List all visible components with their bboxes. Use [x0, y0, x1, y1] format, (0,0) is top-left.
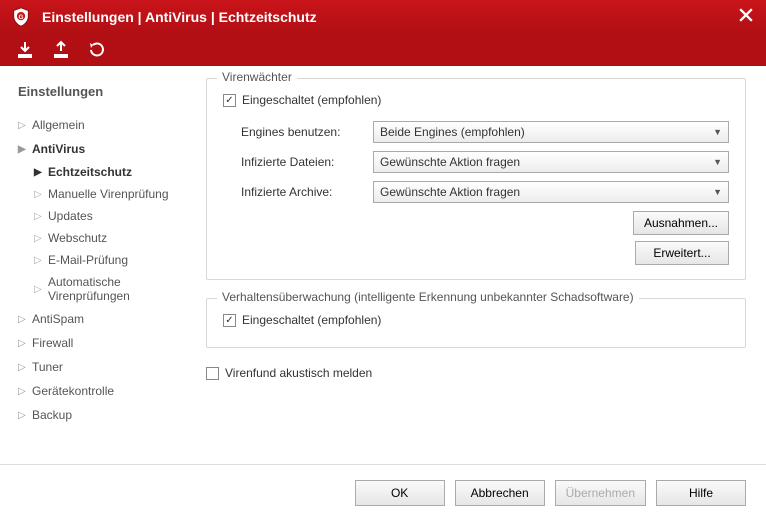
import-button[interactable] [14, 39, 36, 61]
svg-text:G: G [19, 14, 24, 21]
infected-archives-select[interactable]: Gewünschte Aktion fragen▼ [373, 181, 729, 203]
exceptions-button[interactable]: Ausnahmen... [633, 211, 729, 235]
apply-button[interactable]: Übernehmen [555, 480, 646, 506]
group-virenwaechter: Virenwächter ✓ Eingeschaltet (empfohlen)… [206, 78, 746, 280]
sidebar-item-firewall[interactable]: ▷Firewall [18, 331, 190, 355]
chevron-right-icon: ▷ [34, 233, 48, 244]
chevron-right-icon: ▷ [18, 362, 32, 373]
chevron-right-icon: ▷ [18, 338, 32, 349]
group-title: Virenwächter [217, 70, 297, 84]
ok-button[interactable]: OK [355, 480, 445, 506]
titlebar: G Einstellungen | AntiVirus | Echtzeitsc… [0, 0, 766, 34]
sidebar-item-email-pruefung[interactable]: ▷E-Mail-Prüfung [18, 249, 190, 271]
acoustic-label: Virenfund akustisch melden [225, 366, 372, 380]
sidebar-item-geraetekontrolle[interactable]: ▷Gerätekontrolle [18, 379, 190, 403]
dialog-footer: OK Abbrechen Übernehmen Hilfe [0, 464, 766, 520]
group-title: Verhaltensüberwachung (intelligente Erke… [217, 290, 639, 304]
guard-enabled-label: Eingeschaltet (empfohlen) [242, 93, 381, 107]
acoustic-checkbox[interactable] [206, 367, 219, 380]
window-title: Einstellungen | AntiVirus | Echtzeitschu… [42, 9, 736, 25]
chevron-right-icon: ▷ [18, 314, 32, 325]
infected-archives-label: Infizierte Archive: [223, 185, 373, 199]
chevron-right-icon: ▶ [34, 167, 48, 178]
chevron-right-icon: ▷ [34, 211, 48, 222]
sidebar: Einstellungen ▷Allgemein ▶AntiVirus ▶Ech… [0, 66, 200, 464]
advanced-button[interactable]: Erweitert... [635, 241, 729, 265]
close-button[interactable] [736, 8, 756, 27]
chevron-right-icon: ▷ [18, 386, 32, 397]
sidebar-item-backup[interactable]: ▷Backup [18, 403, 190, 427]
chevron-right-icon: ▶ [18, 144, 32, 155]
export-button[interactable] [50, 39, 72, 61]
app-shield-icon: G [10, 6, 32, 28]
engines-label: Engines benutzen: [223, 125, 373, 139]
caret-down-icon: ▼ [713, 187, 722, 197]
sidebar-item-manuelle-virenpruefung[interactable]: ▷Manuelle Virenprüfung [18, 183, 190, 205]
help-button[interactable]: Hilfe [656, 480, 746, 506]
chevron-right-icon: ▷ [34, 284, 48, 295]
sidebar-item-allgemein[interactable]: ▷Allgemein [18, 113, 190, 137]
behavior-enabled-label: Eingeschaltet (empfohlen) [242, 313, 381, 327]
sidebar-item-echtzeitschutz[interactable]: ▶Echtzeitschutz [18, 161, 190, 183]
sidebar-item-webschutz[interactable]: ▷Webschutz [18, 227, 190, 249]
group-verhaltensueberwachung: Verhaltensüberwachung (intelligente Erke… [206, 298, 746, 348]
caret-down-icon: ▼ [713, 127, 722, 137]
reset-button[interactable] [86, 39, 108, 61]
sidebar-item-antivirus[interactable]: ▶AntiVirus [18, 137, 190, 161]
sidebar-item-auto-virenpruefungen[interactable]: ▷Automatische Virenprüfungen [18, 271, 190, 307]
caret-down-icon: ▼ [713, 157, 722, 167]
chevron-right-icon: ▷ [34, 255, 48, 266]
cancel-button[interactable]: Abbrechen [455, 480, 545, 506]
chevron-right-icon: ▷ [34, 189, 48, 200]
infected-files-select[interactable]: Gewünschte Aktion fragen▼ [373, 151, 729, 173]
behavior-enabled-checkbox[interactable]: ✓ [223, 314, 236, 327]
infected-files-label: Infizierte Dateien: [223, 155, 373, 169]
sidebar-heading: Einstellungen [18, 84, 190, 99]
sidebar-item-antispam[interactable]: ▷AntiSpam [18, 307, 190, 331]
toolbar [0, 34, 766, 66]
guard-enabled-checkbox[interactable]: ✓ [223, 94, 236, 107]
sidebar-item-tuner[interactable]: ▷Tuner [18, 355, 190, 379]
engines-select[interactable]: Beide Engines (empfohlen)▼ [373, 121, 729, 143]
chevron-right-icon: ▷ [18, 410, 32, 421]
sidebar-item-updates[interactable]: ▷Updates [18, 205, 190, 227]
content-panel: Virenwächter ✓ Eingeschaltet (empfohlen)… [200, 66, 766, 464]
chevron-right-icon: ▷ [18, 120, 32, 131]
